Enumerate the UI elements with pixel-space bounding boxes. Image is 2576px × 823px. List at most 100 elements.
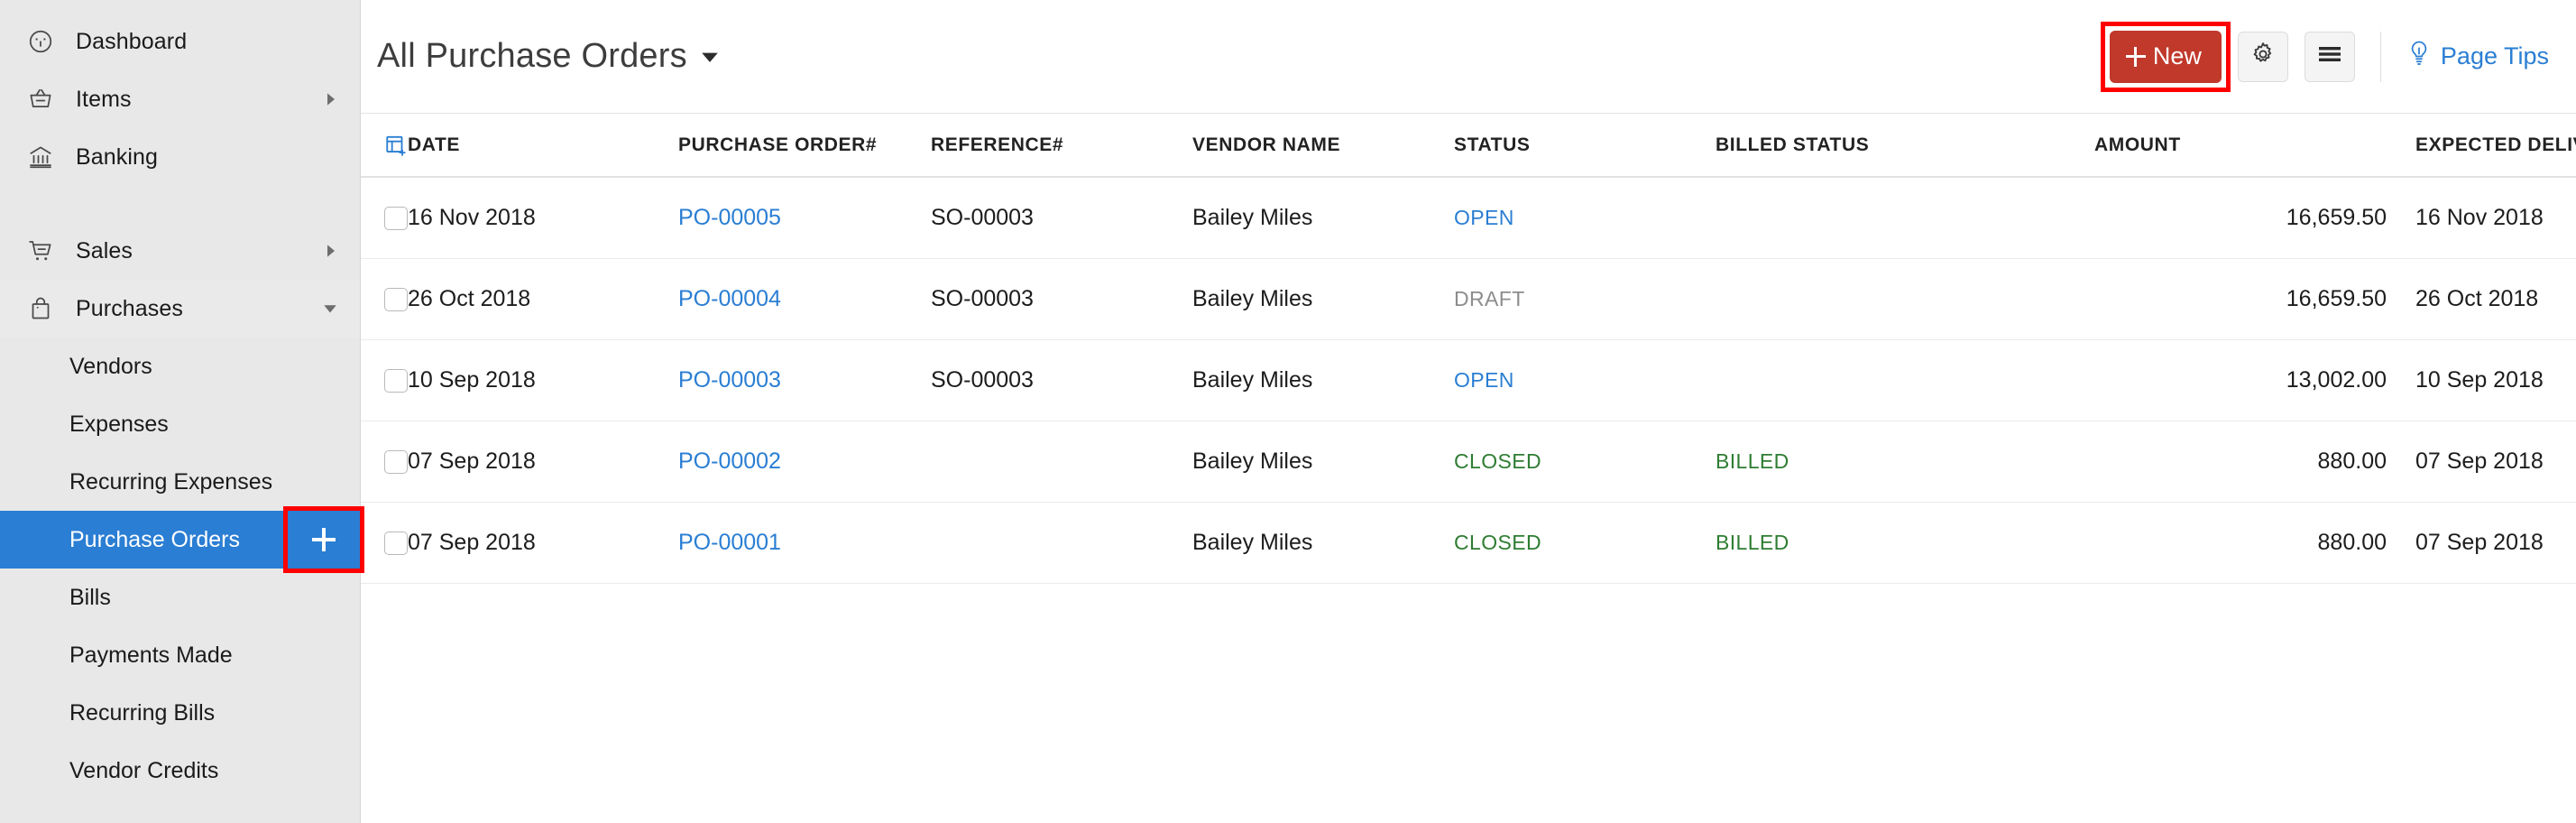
page-tips-button[interactable]: Page Tips <box>2406 40 2549 73</box>
purchase-order-link[interactable]: PO-00004 <box>678 286 781 311</box>
sidebar-item-payments-made[interactable]: Payments Made <box>0 626 360 684</box>
purchase-order-link[interactable]: PO-00005 <box>678 205 781 230</box>
sidebar-item-vendors[interactable]: Vendors <box>0 338 360 395</box>
cell-billed-status <box>1716 177 2094 258</box>
status-badge: OPEN <box>1454 206 1514 229</box>
sidebar-item-expenses[interactable]: Expenses <box>0 395 360 453</box>
column-header-status[interactable]: STATUS <box>1454 114 1716 177</box>
sidebar-item-label: Dashboard <box>76 29 187 55</box>
app-root: Dashboard Items <box>0 0 2576 823</box>
sidebar-item-recurring-bills[interactable]: Recurring Bills <box>0 684 360 742</box>
status-badge: OPEN <box>1454 368 1514 392</box>
cell-purchase-order: PO-00001 <box>678 502 931 583</box>
new-button-label: New <box>2153 42 2202 70</box>
sidebar-item-bills[interactable]: Bills <box>0 569 360 626</box>
column-header-vendor-name[interactable]: VENDOR NAME <box>1192 114 1454 177</box>
billed-status-badge: BILLED <box>1716 449 1789 473</box>
row-checkbox-cell <box>361 421 408 502</box>
column-header-amount[interactable]: AMOUNT <box>2094 114 2392 177</box>
cell-vendor-name: Bailey Miles <box>1192 177 1454 258</box>
cell-reference <box>931 421 1192 502</box>
main-content: All Purchase Orders New <box>361 0 2576 823</box>
page-tips-label: Page Tips <box>2441 42 2549 70</box>
column-settings-icon[interactable] <box>384 134 408 157</box>
table-row[interactable]: 07 Sep 2018PO-00002Bailey MilesCLOSEDBIL… <box>361 421 2576 502</box>
column-header-purchase-order[interactable]: PURCHASE ORDER# <box>678 114 931 177</box>
settings-button[interactable] <box>2238 32 2288 82</box>
amount-value: 16,659.50 <box>2286 286 2392 311</box>
column-header-expected-delivery[interactable]: EXPECTED DELIVERY... <box>2392 114 2576 177</box>
plus-icon <box>312 528 336 551</box>
row-checkbox[interactable] <box>384 450 408 474</box>
list-view-button[interactable] <box>2305 32 2355 82</box>
column-header-date[interactable]: DATE <box>408 114 678 177</box>
sidebar-item-recurring-expenses[interactable]: Recurring Expenses <box>0 453 360 511</box>
gear-icon <box>2250 42 2276 71</box>
row-checkbox[interactable] <box>384 532 408 555</box>
sidebar-subitem-label: Recurring Bills <box>69 700 215 726</box>
basket-icon <box>27 86 63 113</box>
sidebar-subitem-label: Expenses <box>69 412 169 438</box>
table-row[interactable]: 26 Oct 2018PO-00004SO-00003Bailey MilesD… <box>361 258 2576 339</box>
cell-vendor-name: Bailey Miles <box>1192 421 1454 502</box>
sidebar-item-label: Items <box>76 87 132 113</box>
lightbulb-icon <box>2406 40 2432 73</box>
sidebar-item-purchase-orders[interactable]: Purchase Orders <box>0 511 360 569</box>
bank-icon <box>27 143 63 171</box>
cell-amount: 16,659.50 <box>2094 258 2392 339</box>
sidebar-item-dashboard[interactable]: Dashboard <box>0 13 360 70</box>
cell-date: 10 Sep 2018 <box>408 339 678 421</box>
column-settings-header[interactable] <box>361 114 408 177</box>
cell-status: CLOSED <box>1454 421 1716 502</box>
cell-reference: SO-00003 <box>931 177 1192 258</box>
sidebar-subitem-label: Payments Made <box>69 643 233 669</box>
add-purchase-order-button[interactable] <box>288 511 360 569</box>
sidebar-subitem-label: Purchase Orders <box>69 527 240 553</box>
toolbar-actions: New <box>2110 31 2549 83</box>
purchase-orders-table-container: DATE PURCHASE ORDER# REFERENCE# VENDOR N… <box>361 114 2576 823</box>
column-header-reference[interactable]: REFERENCE# <box>931 114 1192 177</box>
purchase-order-link[interactable]: PO-00002 <box>678 448 781 474</box>
row-checkbox-cell <box>361 258 408 339</box>
cell-status: CLOSED <box>1454 502 1716 583</box>
sidebar-subitem-label: Vendor Credits <box>69 758 218 784</box>
purchase-order-link[interactable]: PO-00001 <box>678 530 781 555</box>
chevron-down-icon[interactable] <box>700 47 720 67</box>
sidebar-item-sales[interactable]: Sales <box>0 222 360 280</box>
cell-expected-delivery: 26 Oct 2018 <box>2392 258 2576 339</box>
status-badge: CLOSED <box>1454 449 1541 473</box>
sidebar-item-banking[interactable]: Banking <box>0 128 360 186</box>
row-checkbox-cell <box>361 339 408 421</box>
purchase-order-link[interactable]: PO-00003 <box>678 367 781 393</box>
cell-reference <box>931 502 1192 583</box>
cell-amount: 880.00 <box>2094 502 2392 583</box>
table-row[interactable]: 10 Sep 2018PO-00003SO-00003Bailey MilesO… <box>361 339 2576 421</box>
cell-expected-delivery: 07 Sep 2018 <box>2392 421 2576 502</box>
row-checkbox[interactable] <box>384 207 408 230</box>
table-row[interactable]: 16 Nov 2018PO-00005SO-00003Bailey MilesO… <box>361 177 2576 258</box>
cell-date: 26 Oct 2018 <box>408 258 678 339</box>
new-button[interactable]: New <box>2110 31 2222 83</box>
sidebar-item-purchases[interactable]: Purchases <box>0 280 360 338</box>
row-checkbox[interactable] <box>384 288 408 311</box>
cell-amount: 880.00 <box>2094 421 2392 502</box>
cell-date: 16 Nov 2018 <box>408 177 678 258</box>
top-toolbar: All Purchase Orders New <box>361 0 2576 114</box>
cell-billed-status <box>1716 258 2094 339</box>
sidebar-item-vendor-credits[interactable]: Vendor Credits <box>0 742 360 800</box>
cell-status: DRAFT <box>1454 258 1716 339</box>
page-title[interactable]: All Purchase Orders <box>377 37 720 76</box>
cart-icon <box>27 237 63 264</box>
cell-expected-delivery: 16 Nov 2018 <box>2392 177 2576 258</box>
row-checkbox[interactable] <box>384 369 408 393</box>
amount-value: 16,659.50 <box>2286 205 2392 230</box>
column-header-billed-status[interactable]: BILLED STATUS <box>1716 114 2094 177</box>
sidebar-item-label: Sales <box>76 238 133 264</box>
table-row[interactable]: 07 Sep 2018PO-00001Bailey MilesCLOSEDBIL… <box>361 502 2576 583</box>
sidebar-item-items[interactable]: Items <box>0 70 360 128</box>
sidebar-subitem-label: Recurring Expenses <box>69 469 272 495</box>
sidebar-item-label: Purchases <box>76 296 183 322</box>
sidebar-item-label: Banking <box>76 144 158 171</box>
row-checkbox-cell <box>361 177 408 258</box>
cell-date: 07 Sep 2018 <box>408 421 678 502</box>
